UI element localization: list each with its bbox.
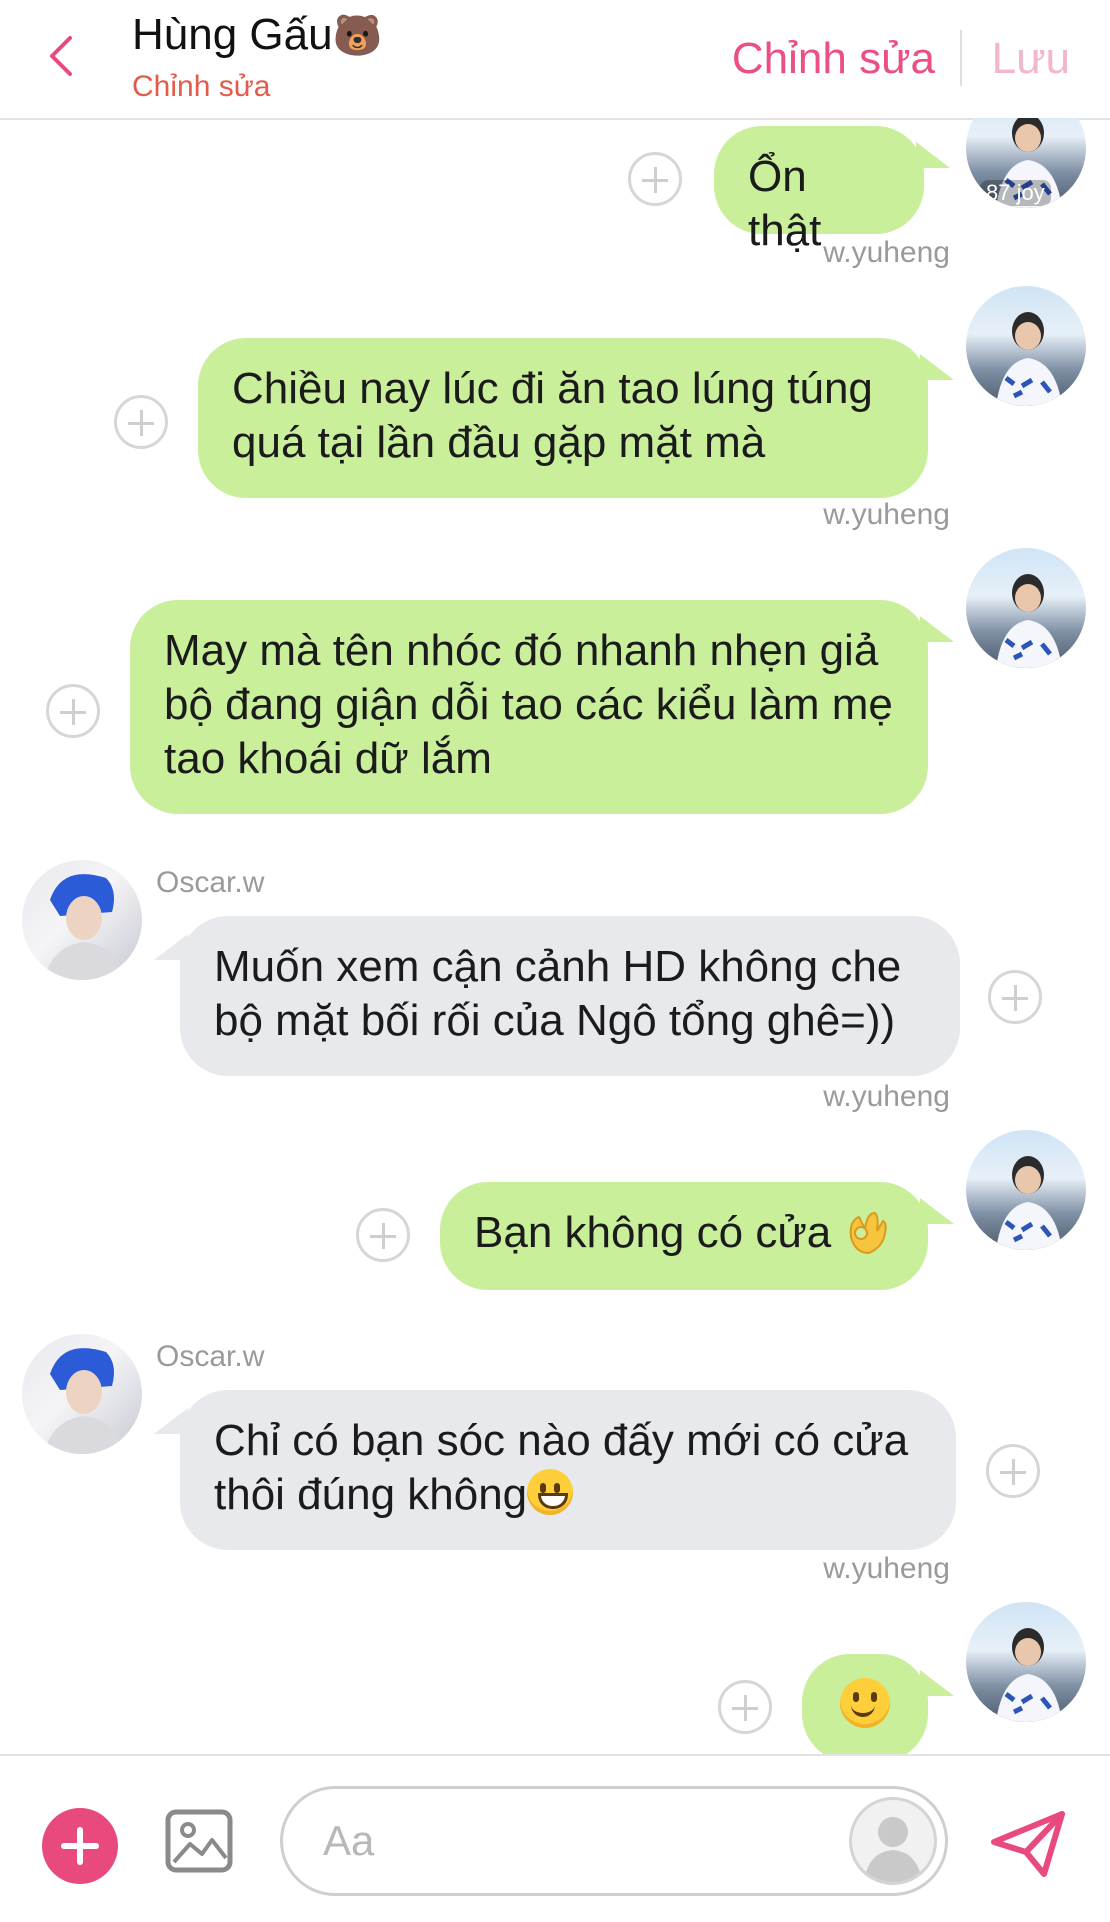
grinning-face-icon [527,1469,574,1515]
message-input-placeholder: Aa [323,1817,375,1864]
person-silhouette-icon [996,1628,1062,1722]
message-bubble[interactable] [802,1654,928,1754]
composer-bar: Aa [0,1754,1110,1922]
person-silhouette-icon [996,574,1062,668]
react-add-button[interactable] [986,1444,1040,1498]
ok-hand-icon [850,1211,888,1255]
sender-name: w.yuheng [823,498,950,531]
react-add-button[interactable] [628,152,682,206]
sender-switch-avatar[interactable] [849,1797,937,1885]
chat-title: Hùng Gấu🐻 [132,10,382,60]
person-silhouette-icon [996,1156,1062,1250]
bubble-tail [920,354,954,380]
message-text: May mà tên nhóc đó nhanh nhẹn giả bộ đan… [164,626,893,783]
avatar[interactable] [22,860,142,980]
person-silhouette-icon [996,312,1062,406]
message-bubble[interactable]: May mà tên nhóc đó nhanh nhẹn giả bộ đan… [130,600,928,814]
avatar[interactable] [966,1130,1086,1250]
react-add-button[interactable] [718,1680,772,1734]
bear-icon: 🐻 [332,14,383,58]
bubble-tail [916,142,950,168]
message-bubble[interactable]: Ổn thật [714,126,924,255]
message-bubble[interactable]: Bạn không có cửa [440,1182,928,1290]
message-bubble[interactable]: Chiều nay lúc đi ăn tao lúng túng quá tạ… [198,338,928,498]
message-text: Chiều nay lúc đi ăn tao lúng túng quá tạ… [232,364,873,467]
message-input[interactable]: Aa [280,1786,948,1896]
add-attachment-button[interactable] [42,1808,118,1884]
edit-button[interactable]: Chỉnh sửa [732,34,935,84]
person-silhouette-icon [44,874,126,980]
smiling-face-icon [840,1678,890,1728]
avatar[interactable] [966,286,1086,406]
avatar[interactable]: 87 joy [966,118,1086,208]
sender-name: w.yuheng [823,1080,950,1113]
avatar[interactable] [22,1334,142,1454]
avatar[interactable] [966,548,1086,668]
message-list[interactable]: 87 joy Ổn thật w.yuheng Chiều nay lúc đi… [0,118,1110,1754]
bubble-tail [920,1198,954,1224]
avatar-caption: 87 joy [980,180,1051,206]
react-add-button[interactable] [356,1208,410,1262]
react-add-button[interactable] [114,395,168,449]
chat-subtitle[interactable]: Chỉnh sửa [132,70,271,104]
message-text: Ổn thật [748,152,822,255]
bubble-tail [920,1670,954,1696]
message-text: Bạn không có cửa [474,1208,832,1257]
header-divider [960,30,962,86]
react-add-button[interactable] [46,684,100,738]
default-user-icon [864,1817,922,1882]
sender-name: w.yuheng [823,236,950,269]
image-picker-icon[interactable] [164,1808,234,1874]
chat-title-text: Hùng Gấu [132,10,333,59]
message-text: Muốn xem cận cảnh HD không che bộ mặt bố… [214,942,902,1045]
bubble-tail [920,616,954,642]
sender-name: w.yuheng [823,1552,950,1585]
person-silhouette-icon [44,1348,126,1454]
chat-header: Hùng Gấu🐻 Chỉnh sửa Chỉnh sửa Lưu [0,0,1110,120]
message-bubble[interactable]: Chỉ có bạn sóc nào đấy mới có cửa thôi đ… [180,1390,956,1550]
send-icon[interactable] [988,1808,1068,1880]
sender-name: Oscar.w [156,1340,265,1373]
back-arrow-icon[interactable] [40,34,84,78]
save-button[interactable]: Lưu [992,34,1070,84]
sender-name: Oscar.w [156,866,265,899]
avatar[interactable] [966,1602,1086,1722]
react-add-button[interactable] [988,970,1042,1024]
message-bubble[interactable]: Muốn xem cận cảnh HD không che bộ mặt bố… [180,916,960,1076]
